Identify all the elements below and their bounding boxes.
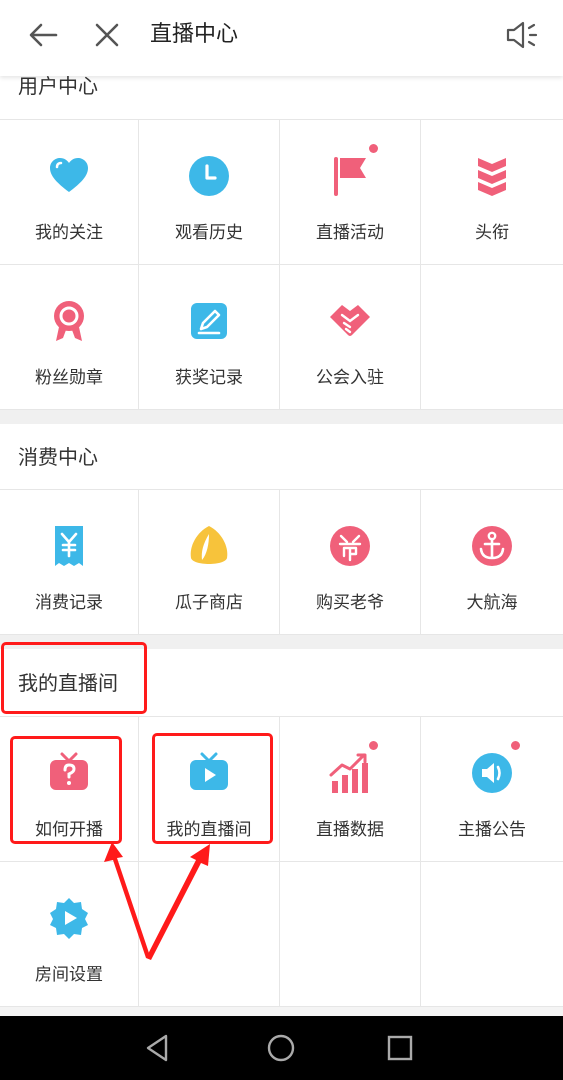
medal-icon [54,301,84,341]
ye-badge-icon [330,526,370,566]
scroll-content[interactable]: 用户中心 我的关注 观看历史 直播活动 头衔 粉丝勋章 获奖记录 公会入驻 消费… [0,76,563,1016]
page-title: 直播中心 [150,22,239,47]
grid-item-seed-store[interactable]: 瓜子商店 [139,490,280,635]
nav-back-icon[interactable] [142,1032,174,1064]
speaker-icon[interactable] [503,16,541,54]
megaphone-icon [472,753,512,793]
gear-play-icon [50,898,88,939]
grid-item-room-settings[interactable]: 房间设置 [0,862,139,1007]
notification-dot [369,741,378,750]
section-my-live-room: 我的直播间 如何开播 我的直播间 直播数据 主播公告 房间设置 [0,649,563,1007]
grid-item-award-records[interactable]: 获奖记录 [139,265,280,410]
grid-item-live-data[interactable]: 直播数据 [280,717,421,862]
grid-item-live-events[interactable]: 直播活动 [280,120,421,265]
grid-item-watch-history[interactable]: 观看历史 [139,120,280,265]
tv-question-icon [50,752,88,790]
section-title-consume-center: 消费中心 [0,424,563,490]
nav-home-icon[interactable] [265,1032,297,1064]
nav-recents-icon[interactable] [384,1032,416,1064]
flag-icon [334,157,366,196]
section-user-center: 用户中心 我的关注 观看历史 直播活动 头衔 粉丝勋章 获奖记录 公会入驻 [0,76,563,410]
rank-chevrons-icon [478,158,506,196]
section-title-my-live-room: 我的直播间 [0,649,563,717]
close-icon[interactable] [90,18,124,52]
back-arrow-icon[interactable] [26,18,60,52]
top-app-bar: 直播中心 [0,0,563,76]
grid-item-guild-join[interactable]: 公会入驻 [280,265,421,410]
grid-item-streamer-notice[interactable]: 主播公告 [421,717,563,862]
bar-trend-icon [329,753,368,793]
notification-dot [511,741,520,750]
grid-item-buy-laoye[interactable]: 购买老爷 [280,490,421,635]
handshake-icon [330,305,370,336]
grid-item-my-live-room[interactable]: 我的直播间 [139,717,280,862]
grid-item-my-follows[interactable]: 我的关注 [0,120,139,265]
grid-item-fan-medals[interactable]: 粉丝勋章 [0,265,139,410]
grid-item-titles[interactable]: 头衔 [421,120,563,265]
seed-icon [190,526,228,564]
system-nav-bar [0,1016,563,1080]
grid-empty-cell [280,862,421,1007]
section-consume-center: 消费中心 消费记录 瓜子商店 购买老爷 大航海 [0,424,563,635]
section-title-user-center: 用户中心 [0,76,563,120]
heart-icon [50,158,88,192]
clock-icon [189,156,229,196]
grid-item-how-to-stream[interactable]: 如何开播 [0,717,139,862]
yuan-receipt-icon [55,526,83,566]
grid-item-voyage[interactable]: 大航海 [421,490,563,635]
edit-note-icon [191,303,227,339]
grid-item-spend-records[interactable]: 消费记录 [0,490,139,635]
grid-empty-cell [139,862,280,1007]
grid-empty-cell [421,862,563,1007]
notification-dot [369,144,378,153]
grid-empty-cell [421,265,563,410]
tv-play-icon [190,752,228,790]
anchor-icon [472,526,512,566]
